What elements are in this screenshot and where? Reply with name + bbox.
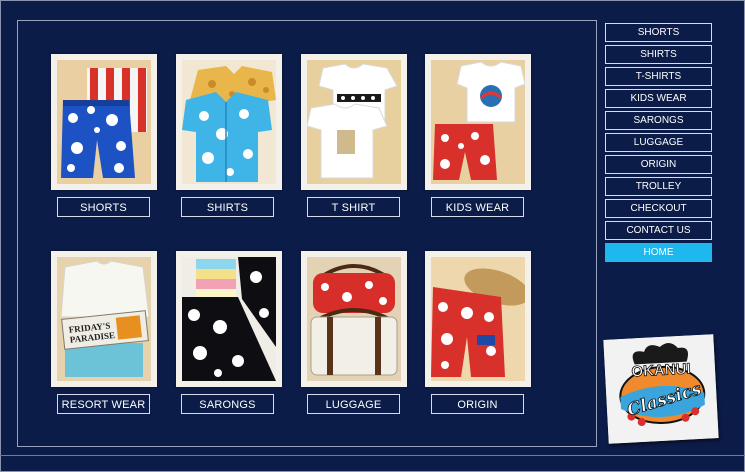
logo-text-okanui: OKANUI (631, 360, 691, 380)
category-tile-origin[interactable] (425, 251, 531, 387)
nav-trolley[interactable]: TROLLEY (605, 177, 712, 196)
category-tile-resortwear[interactable]: FRIDAY'S PARADISE (51, 251, 157, 387)
category-tile-shirts[interactable] (176, 54, 282, 190)
category-button-resortwear[interactable]: RESORT WEAR (57, 394, 150, 414)
category-button-kidswear[interactable]: KIDS WEAR (431, 197, 524, 217)
category-tile-kidswear[interactable] (425, 54, 531, 190)
shirts-photo (182, 60, 276, 184)
category-tile-sarongs[interactable] (176, 251, 282, 387)
category-button-luggage[interactable]: LUGGAGE (307, 394, 400, 414)
nav-shorts[interactable]: SHORTS (605, 23, 712, 42)
brand-logo: OKANUI Classics (603, 334, 719, 444)
resortwear-photo: FRIDAY'S PARADISE (57, 257, 151, 381)
category-button-origin[interactable]: ORIGIN (431, 394, 524, 414)
nav-origin[interactable]: ORIGIN (605, 155, 712, 174)
tshirt-photo (307, 60, 401, 184)
nav-contact-us[interactable]: CONTACT US (605, 221, 712, 240)
luggage-photo (307, 257, 401, 381)
category-button-tshirt[interactable]: T SHIRT (307, 197, 400, 217)
category-button-shorts[interactable]: SHORTS (57, 197, 150, 217)
category-tile-shorts[interactable] (51, 54, 157, 190)
nav-sarongs[interactable]: SARONGS (605, 111, 712, 130)
category-button-shirts[interactable]: SHIRTS (181, 197, 274, 217)
nav-kids-wear[interactable]: KIDS WEAR (605, 89, 712, 108)
nav-t-shirts[interactable]: T-SHIRTS (605, 67, 712, 86)
nav-checkout[interactable]: CHECKOUT (605, 199, 712, 218)
category-tile-luggage[interactable] (301, 251, 407, 387)
nav-home[interactable]: HOME (605, 243, 712, 262)
kidswear-photo (431, 60, 525, 184)
category-tile-tshirt[interactable] (301, 54, 407, 190)
nav-shirts[interactable]: SHIRTS (605, 45, 712, 64)
shorts-photo (57, 60, 151, 184)
sarongs-photo (182, 257, 276, 381)
origin-photo (431, 257, 525, 381)
nav-luggage[interactable]: LUGGAGE (605, 133, 712, 152)
category-button-sarongs[interactable]: SARONGS (181, 394, 274, 414)
bottom-divider (0, 455, 745, 456)
